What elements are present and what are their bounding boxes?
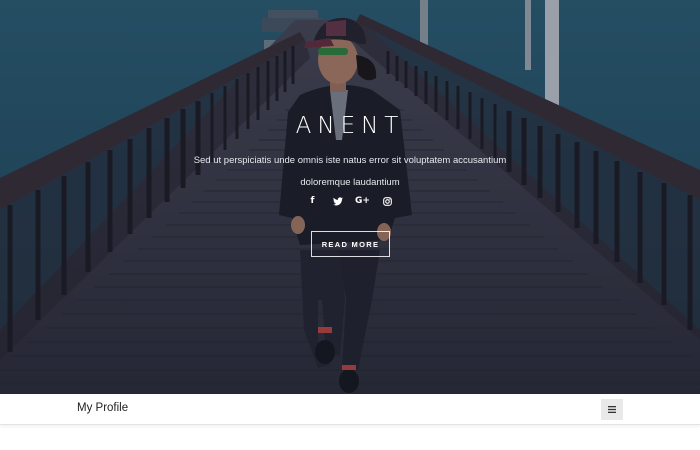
- brand-link[interactable]: My Profile: [77, 402, 128, 414]
- social-links: f G+: [0, 195, 700, 209]
- hero-section: ANENT Sed ut perspiciatis unde omnis ist…: [0, 0, 700, 394]
- instagram-icon[interactable]: [382, 195, 394, 207]
- hamburger-icon: [608, 406, 616, 413]
- facebook-icon[interactable]: f: [307, 195, 319, 207]
- google-plus-icon[interactable]: G+: [355, 195, 370, 207]
- top-navbar: My Profile: [0, 394, 700, 425]
- hero-content: ANENT Sed ut perspiciatis unde omnis ist…: [0, 0, 700, 394]
- hero-description: Sed ut perspiciatis unde omnis iste natu…: [175, 150, 525, 194]
- menu-toggle-button[interactable]: [601, 399, 623, 420]
- hero-description-line2: doloremque laudantium: [300, 177, 400, 188]
- hero-title: ANENT: [295, 113, 405, 139]
- read-more-button[interactable]: READ MORE: [311, 231, 390, 257]
- hero-description-line1: Sed ut perspiciatis unde omnis iste natu…: [193, 155, 507, 166]
- twitter-icon[interactable]: [332, 195, 344, 207]
